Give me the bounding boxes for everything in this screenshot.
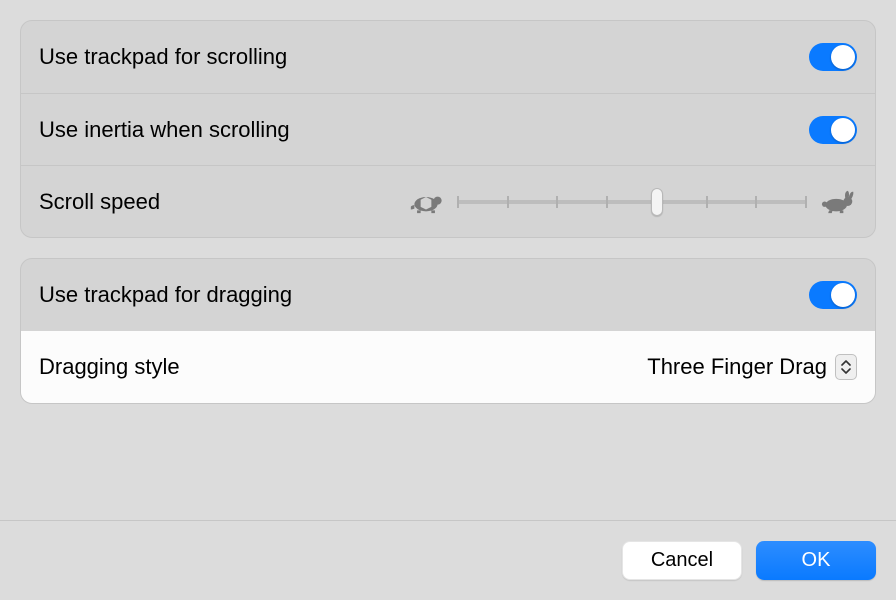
use-inertia-row: Use inertia when scrolling bbox=[21, 93, 875, 165]
scrolling-settings-group: Use trackpad for scrolling Use inertia w… bbox=[20, 20, 876, 238]
chevron-up-down-icon bbox=[835, 354, 857, 380]
use-inertia-toggle[interactable] bbox=[809, 116, 857, 144]
dialog-footer: Cancel OK bbox=[0, 520, 896, 600]
trackpad-options-dialog: Use trackpad for scrolling Use inertia w… bbox=[0, 0, 896, 600]
dragging-style-value: Three Finger Drag bbox=[647, 354, 827, 380]
scroll-speed-control bbox=[407, 187, 857, 217]
scroll-speed-row: Scroll speed bbox=[21, 165, 875, 237]
dragging-style-row[interactable]: Dragging style Three Finger Drag bbox=[21, 331, 875, 403]
use-trackpad-scrolling-row: Use trackpad for scrolling bbox=[21, 21, 875, 93]
dragging-settings-group: Use trackpad for dragging Dragging style… bbox=[20, 258, 876, 404]
use-trackpad-dragging-toggle[interactable] bbox=[809, 281, 857, 309]
use-trackpad-dragging-label: Use trackpad for dragging bbox=[39, 282, 292, 308]
turtle-icon bbox=[407, 187, 445, 217]
content-area: Use trackpad for scrolling Use inertia w… bbox=[0, 0, 896, 520]
cancel-button[interactable]: Cancel bbox=[622, 541, 742, 580]
use-trackpad-scrolling-toggle[interactable] bbox=[809, 43, 857, 71]
dragging-style-dropdown[interactable]: Three Finger Drag bbox=[647, 354, 857, 380]
scroll-speed-slider[interactable] bbox=[457, 188, 807, 216]
use-trackpad-scrolling-label: Use trackpad for scrolling bbox=[39, 44, 287, 70]
use-inertia-label: Use inertia when scrolling bbox=[39, 117, 290, 143]
dragging-style-label: Dragging style bbox=[39, 354, 180, 380]
rabbit-icon bbox=[819, 187, 857, 217]
use-trackpad-dragging-row: Use trackpad for dragging bbox=[21, 259, 875, 331]
ok-button[interactable]: OK bbox=[756, 541, 876, 580]
scroll-speed-label: Scroll speed bbox=[39, 189, 160, 215]
